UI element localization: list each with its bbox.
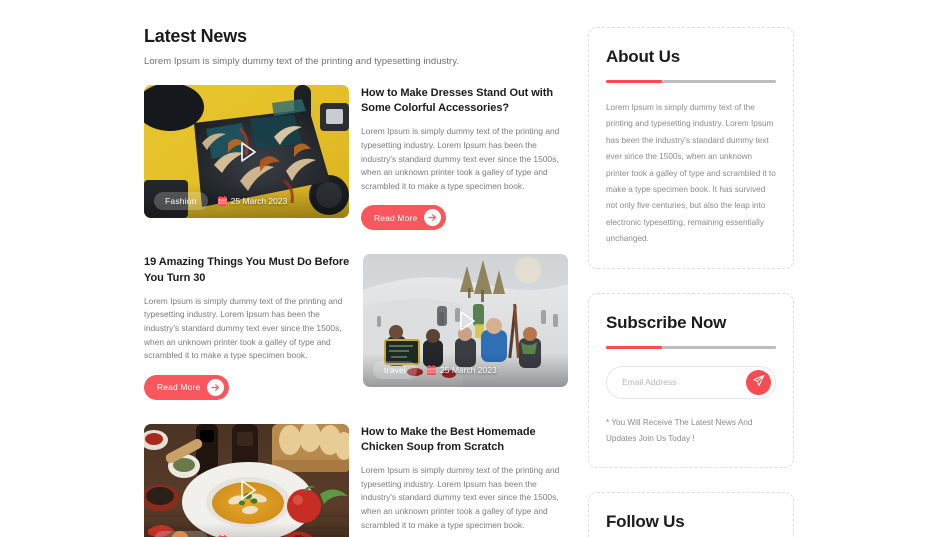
- news-page: Latest News Lorem Ipsum is simply dummy …: [0, 0, 940, 537]
- subscribe-card: Subscribe Now * You Will Receive The Lat…: [588, 292, 794, 469]
- calendar-icon: [217, 196, 227, 206]
- post-date: 25 March 2023: [427, 365, 497, 376]
- read-more-button[interactable]: Read More: [144, 374, 230, 400]
- about-us-card: About Us Lorem Ipsum is simply dummy tex…: [588, 27, 794, 269]
- thumbnail-meta: travel 25 March 2023: [363, 353, 568, 388]
- play-icon[interactable]: [230, 473, 264, 507]
- post-body: 19 Amazing Things You Must Do Before You…: [144, 254, 351, 400]
- post-excerpt: Lorem Ipsum is simply dummy text of the …: [144, 295, 343, 361]
- latest-news-section: Latest News Lorem Ipsum is simply dummy …: [144, 26, 568, 537]
- thumbnail-meta: Recipes 25 March 2023: [144, 522, 349, 537]
- post-thumbnail[interactable]: travel 25 March 2023: [363, 254, 568, 388]
- post-date-text: 25 March 2023: [230, 196, 288, 206]
- post-body: How to Make the Best Homemade Chicken So…: [361, 424, 568, 537]
- post-title[interactable]: How to Make Dresses Stand Out with Some …: [361, 86, 568, 116]
- title-divider: [606, 80, 776, 83]
- subscribe-note: * You Will Receive The Latest News And U…: [606, 417, 753, 444]
- post-date: 25 March 2023: [217, 196, 288, 206]
- news-post: travel 25 March 2023 19 Amazing Things Y…: [144, 254, 568, 400]
- subscribe-title: Subscribe Now: [606, 312, 727, 332]
- arrow-right-icon: [424, 209, 442, 227]
- post-date-text: 25 March 2023: [440, 365, 497, 376]
- post-excerpt: Lorem Ipsum is simply dummy text of the …: [361, 126, 560, 191]
- category-badge[interactable]: travel: [373, 361, 417, 380]
- send-icon: [752, 374, 765, 390]
- follow-us-title: Follow Us: [606, 512, 685, 532]
- title-divider: [606, 345, 776, 349]
- send-button[interactable]: [746, 369, 771, 395]
- about-us-title: About Us: [606, 47, 680, 66]
- news-post: Recipes 25 March 2023: [144, 423, 568, 537]
- post-excerpt: Lorem Ipsum is simply dummy text of the …: [361, 465, 560, 530]
- follow-us-card: Follow Us: [588, 492, 794, 537]
- post-body: How to Make Dresses Stand Out with Some …: [361, 85, 568, 231]
- post-thumbnail[interactable]: Recipes 25 March 2023: [144, 423, 349, 537]
- post-thumbnail[interactable]: Fashion 25 March 2023: [144, 85, 349, 218]
- thumbnail-meta: Fashion 25 March 2023: [144, 184, 349, 218]
- read-more-button[interactable]: Read More: [361, 205, 447, 231]
- post-title[interactable]: 19 Amazing Things You Must Do Before You…: [144, 255, 351, 285]
- news-post: Fashion 25 March 2023 How to Make Dresse…: [144, 85, 568, 231]
- play-icon[interactable]: [449, 304, 483, 338]
- play-icon[interactable]: [230, 135, 264, 169]
- read-more-label: Read More: [157, 382, 201, 393]
- sidebar: About Us Lorem Ipsum is simply dummy tex…: [588, 27, 794, 537]
- page-subtitle: Lorem Ipsum is simply dummy text of the …: [144, 56, 460, 67]
- subscribe-form: [606, 365, 776, 399]
- category-badge[interactable]: Fashion: [154, 192, 208, 210]
- calendar-icon: [427, 365, 436, 376]
- page-title: Latest News: [144, 26, 247, 46]
- post-title[interactable]: How to Make the Best Homemade Chicken So…: [361, 425, 568, 455]
- read-more-label: Read More: [374, 212, 418, 223]
- category-badge[interactable]: Recipes: [154, 530, 209, 537]
- arrow-right-icon: [207, 378, 225, 396]
- about-us-text: Lorem Ipsum is simply dummy text of the …: [606, 103, 776, 244]
- email-input[interactable]: [622, 377, 746, 388]
